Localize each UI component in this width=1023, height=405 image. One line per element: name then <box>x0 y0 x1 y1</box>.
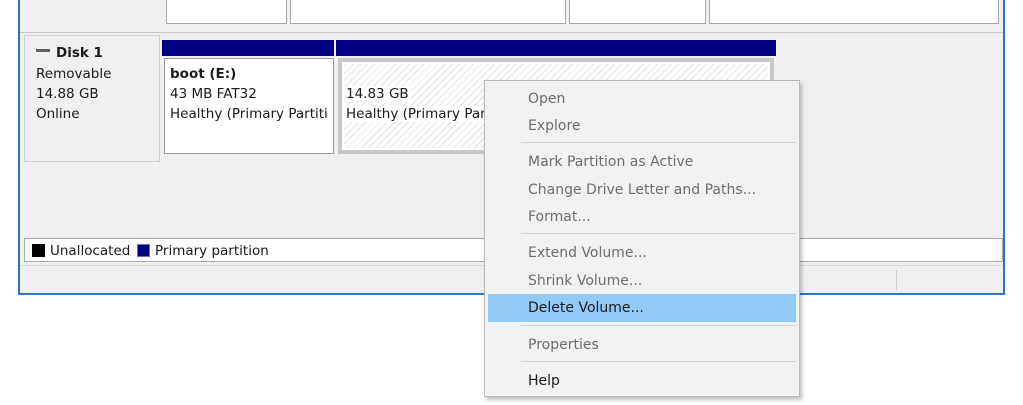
disk-icon <box>36 48 50 52</box>
menu-item-properties[interactable]: Properties <box>488 332 796 358</box>
partition-detail: 43 MB FAT32 <box>170 86 257 102</box>
menu-item-extend-volume[interactable]: Extend Volume... <box>488 240 796 266</box>
menu-item-explore[interactable]: Explore <box>488 113 796 139</box>
disk-name: Disk 1 <box>56 45 103 61</box>
disk-title: Disk 1 <box>36 45 103 61</box>
menu-item-open[interactable]: Open <box>488 86 796 112</box>
table-cell[interactable] <box>709 0 999 24</box>
volume-list-table[interactable] <box>20 0 1003 33</box>
disk-type: Removable <box>36 66 112 82</box>
status-divider <box>896 270 897 290</box>
partition-detail: 14.83 GB <box>344 86 411 102</box>
menu-separator <box>521 361 796 362</box>
primary-partition-swatch <box>137 244 150 257</box>
disk-size: 14.88 GB <box>36 86 99 102</box>
menu-item-format[interactable]: Format... <box>488 204 796 230</box>
menu-separator <box>521 233 796 234</box>
partition-bar-data <box>336 40 776 56</box>
menu-item-mark-active[interactable]: Mark Partition as Active <box>488 149 796 175</box>
legend-label-unallocated: Unallocated <box>50 243 131 259</box>
legend-label-primary: Primary partition <box>155 243 269 259</box>
table-cell[interactable] <box>290 0 566 24</box>
partition-boot[interactable]: boot (E:) 43 MB FAT32 Healthy (Primary P… <box>164 58 334 154</box>
disk-info-panel[interactable]: Disk 1 Removable 14.88 GB Online <box>24 35 160 162</box>
unallocated-swatch <box>32 244 45 257</box>
partition-health: Healthy (Primary Part <box>344 106 493 122</box>
menu-separator <box>521 325 796 326</box>
table-cell[interactable] <box>166 0 287 24</box>
menu-item-delete-volume[interactable]: Delete Volume... <box>488 294 796 322</box>
partition-health: Healthy (Primary Partiti <box>170 106 328 122</box>
context-menu: Open Explore Mark Partition as Active Ch… <box>484 80 800 397</box>
disk-status: Online <box>36 106 80 122</box>
menu-item-shrink-volume[interactable]: Shrink Volume... <box>488 268 796 294</box>
partition-bar-boot <box>162 40 334 56</box>
menu-item-help[interactable]: Help <box>488 368 796 394</box>
partition-label: boot (E:) <box>170 66 237 82</box>
table-cell[interactable] <box>569 0 706 24</box>
menu-separator <box>521 142 796 143</box>
menu-item-change-drive-letter[interactable]: Change Drive Letter and Paths... <box>488 177 796 203</box>
